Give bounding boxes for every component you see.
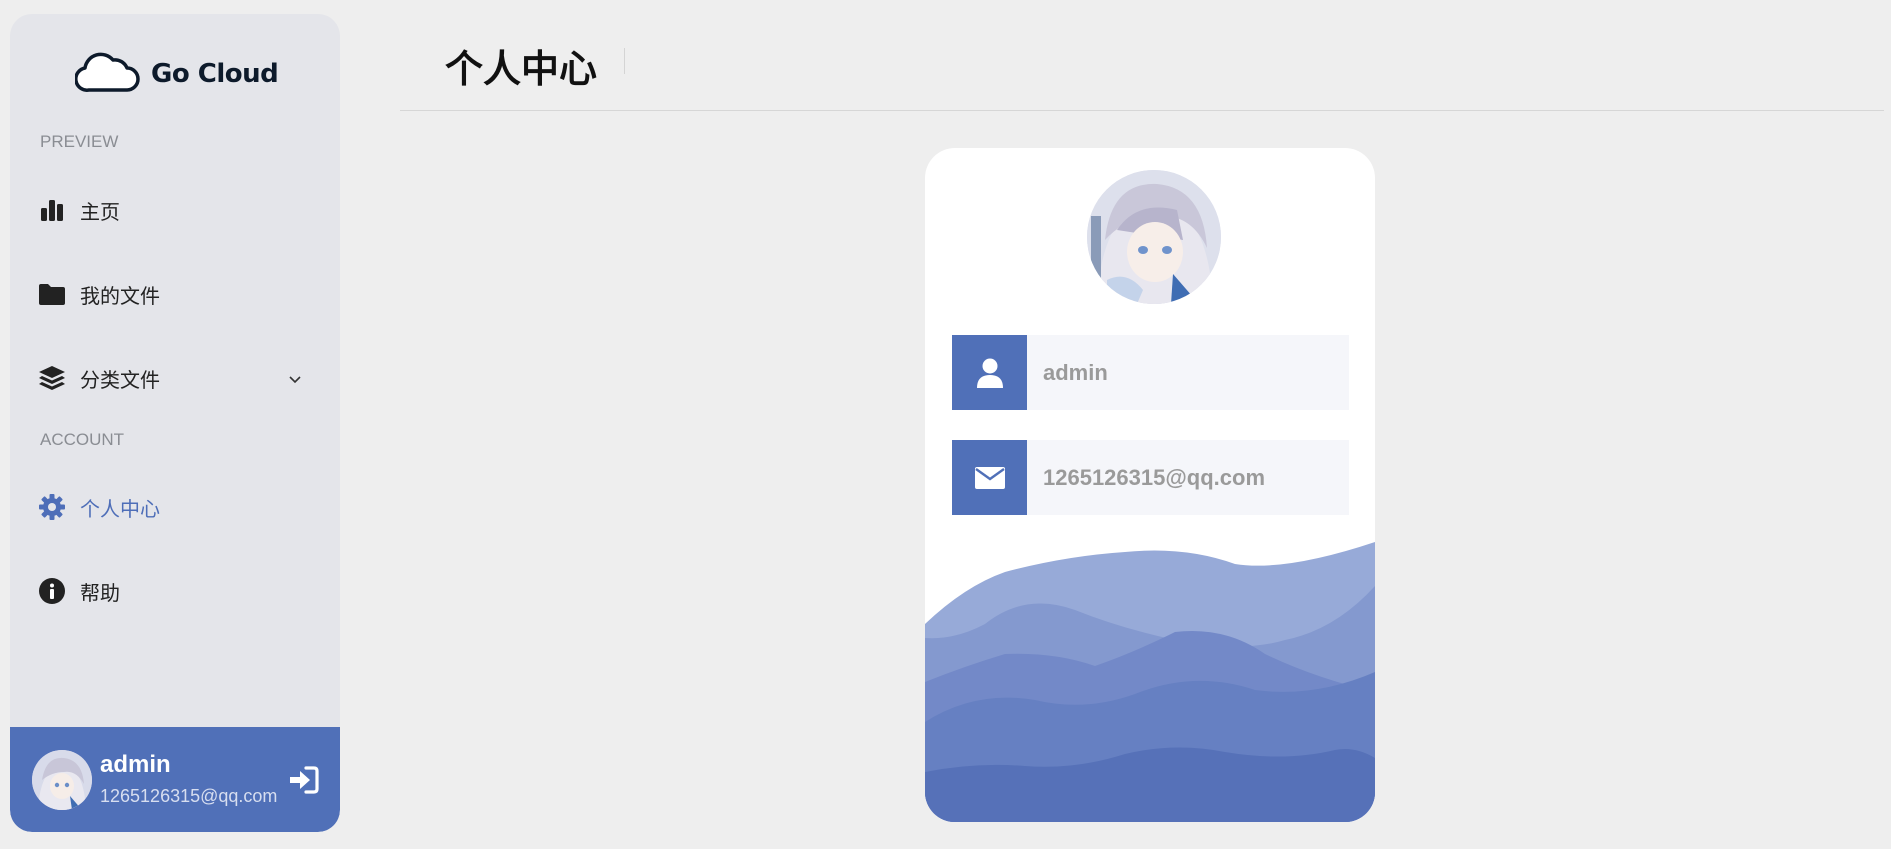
brand-name: Go Cloud bbox=[151, 59, 279, 89]
sidebar-item-category-files[interactable]: 分类文件 bbox=[38, 356, 323, 400]
sidebar-item-help[interactable]: 帮助 bbox=[38, 569, 323, 613]
gear-icon bbox=[38, 493, 66, 521]
sidebar-item-label: 分类文件 bbox=[80, 367, 160, 392]
sidebar-item-home[interactable]: 主页 bbox=[38, 188, 323, 232]
sidebar-item-label: 主页 bbox=[80, 199, 120, 224]
email-value: 1265126315@qq.com bbox=[1027, 440, 1349, 515]
user-icon bbox=[952, 335, 1027, 410]
chevron-down-icon[interactable] bbox=[287, 368, 303, 392]
page-title: 个人中心 bbox=[445, 47, 598, 91]
sidebar-item-label: 我的文件 bbox=[80, 283, 160, 308]
brand-logo[interactable]: Go Cloud bbox=[74, 44, 279, 104]
wave-decoration bbox=[925, 542, 1375, 822]
sidebar-item-personal-center[interactable]: 个人中心 bbox=[38, 485, 323, 529]
logout-icon[interactable] bbox=[288, 765, 320, 799]
header-divider bbox=[400, 110, 1884, 111]
sidebar-item-label: 帮助 bbox=[80, 580, 120, 605]
sidebar: Go Cloud PREVIEW 主页 我的文件 分类文件 ACCOUNT 个人… bbox=[10, 14, 340, 832]
username-value: admin bbox=[1027, 335, 1349, 410]
profile-avatar[interactable] bbox=[1087, 170, 1221, 304]
email-field: 1265126315@qq.com bbox=[952, 440, 1349, 515]
sidebar-item-label: 个人中心 bbox=[80, 496, 160, 521]
user-email: 1265126315@qq.com bbox=[100, 786, 278, 806]
username-field: admin bbox=[952, 335, 1349, 410]
info-icon bbox=[38, 577, 66, 605]
cloud-icon bbox=[74, 50, 141, 98]
bar-chart-icon bbox=[38, 196, 66, 224]
section-label-account: ACCOUNT bbox=[40, 430, 125, 449]
avatar[interactable] bbox=[32, 750, 92, 810]
section-label-preview: PREVIEW bbox=[40, 132, 119, 151]
title-divider bbox=[624, 48, 625, 74]
layers-icon bbox=[38, 364, 66, 392]
envelope-icon bbox=[952, 440, 1027, 515]
profile-card: admin 1265126315@qq.com bbox=[925, 148, 1375, 822]
sidebar-item-my-files[interactable]: 我的文件 bbox=[38, 272, 323, 316]
user-card: admin 1265126315@qq.com bbox=[10, 727, 340, 832]
user-name: admin bbox=[100, 751, 171, 778]
folder-icon bbox=[38, 280, 66, 308]
